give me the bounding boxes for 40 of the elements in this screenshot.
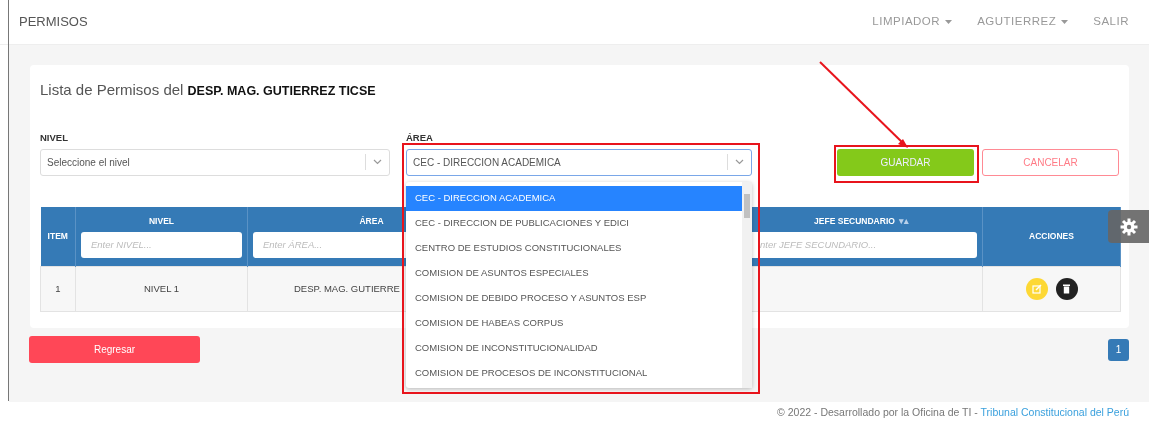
field-label: NIVEL (40, 130, 69, 145)
sort-icon[interactable]: ▾▴ (898, 216, 909, 227)
edit-icon (1031, 284, 1042, 295)
dropdown-option[interactable]: COMISION DE DEBIDO PROCESO Y ASUNTOS ESP (406, 286, 742, 311)
dropdown-option[interactable]: COMISION DE ASUNTOS ESPECIALES (406, 261, 742, 286)
trash-icon (1062, 284, 1071, 295)
page-heading: Lista de Permisos del DESP. MAG. GUTIERREZ TICSE (40, 80, 377, 100)
gear-icon (1119, 217, 1138, 236)
user-menu[interactable]: LIMPIADOR (872, 13, 953, 31)
delete-button[interactable] (1055, 278, 1078, 301)
column-header: NIVEL (149, 216, 174, 227)
caret-icon (1061, 20, 1069, 25)
column-header: JEFE SECUNDARIO (814, 216, 895, 227)
logout-link[interactable]: SALIR (1093, 13, 1129, 31)
level-select[interactable]: Seleccione el nivel (40, 148, 390, 176)
column-header: ACCIONES (1029, 231, 1074, 242)
table-cell: 1 (55, 283, 61, 295)
filter-field[interactable]: Enter NIVEL... (81, 231, 242, 258)
footer-text: © 2022 - Desarrollado por la Oficina de TI - Tribunal Constitucional del Perú (777, 405, 1129, 420)
area-select[interactable]: CEC - DIRECCION ACADEMICA (406, 148, 752, 176)
back-button[interactable]: Regresar (29, 336, 200, 364)
dropdown-option[interactable]: COMISION DE PROCESOS DE INCONSTITUCIONAL (406, 361, 742, 386)
user-menu[interactable]: AGUTIERREZ (977, 13, 1069, 31)
caret-icon (945, 20, 953, 25)
dropdown-option[interactable]: CEC - DIRECCION ACADEMICA (406, 186, 742, 211)
chevron-down-icon (373, 159, 382, 166)
app-title: PERMISOS (19, 13, 88, 32)
dropdown-option[interactable]: COMISION DE INCONSTITUCIONALIDAD (406, 336, 742, 361)
cancel-button[interactable]: CANCELAR (982, 148, 1119, 176)
chevron-down-icon (735, 159, 744, 166)
scrollbar[interactable] (742, 182, 752, 388)
table-cell: NIVEL 1 (144, 283, 179, 295)
footer-link[interactable]: Tribunal Constitucional del Perú (980, 406, 1129, 418)
dropdown-option[interactable]: COMISION DE HABEAS CORPUS (406, 311, 742, 336)
field-label: ÁREA (406, 130, 434, 145)
page-link[interactable]: 1 (1108, 338, 1129, 361)
table-cell: DESP. MAG. GUTIERRE (294, 283, 400, 295)
column-header: ITEM (47, 231, 68, 242)
settings-button[interactable] (1108, 210, 1149, 243)
column-header: ÁREA (359, 216, 384, 227)
